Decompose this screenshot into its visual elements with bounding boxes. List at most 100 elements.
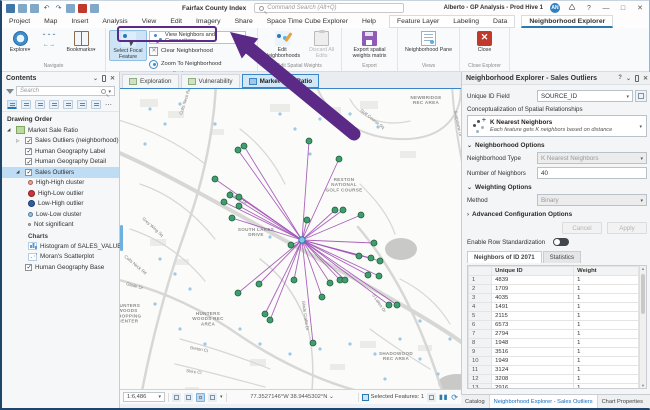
list-by-drawing-order-icon[interactable] bbox=[7, 100, 17, 109]
dock-tab[interactable]: Chart Properties bbox=[598, 395, 647, 408]
contents-search-input[interactable]: Search bbox=[16, 86, 115, 96]
neighborhood-pane-button[interactable]: Neighborhood Pane bbox=[402, 30, 456, 53]
edit-neighborhoods-button[interactable]: Edit Neighborhoods bbox=[261, 30, 303, 59]
layer-checkbox[interactable] bbox=[25, 137, 32, 144]
table-scrollbar[interactable] bbox=[639, 266, 646, 388]
navigate-arrows[interactable]: ⌃⌃⌃←→ bbox=[37, 30, 61, 48]
close-explorer-button[interactable]: Close bbox=[470, 30, 500, 53]
zoom-to-neighborhood-button[interactable]: Zoom To Neighborhood bbox=[149, 58, 246, 70]
close-pane-icon[interactable]: ✕ bbox=[110, 75, 115, 82]
view-tab[interactable]: Market Sale Ratio bbox=[242, 74, 320, 88]
ribbon-tab-neighborhood-explorer[interactable]: Neighborhood Explorer bbox=[521, 15, 613, 28]
layer-tree-item[interactable]: Human Geography Label bbox=[2, 146, 119, 157]
ribbon-tab-contextual[interactable]: Data bbox=[486, 16, 514, 27]
coordinates-readout[interactable]: 77.3527146°W 38.9445302°N ⌄ bbox=[230, 394, 355, 400]
expand-icon[interactable] bbox=[7, 127, 13, 133]
toolbox-icon[interactable] bbox=[78, 4, 87, 13]
map-tree-item[interactable]: Market Sale Ratio bbox=[2, 125, 119, 136]
extent-icon[interactable] bbox=[427, 393, 436, 402]
snapping-icon[interactable] bbox=[184, 393, 193, 402]
ribbon-tab[interactable]: Share bbox=[228, 15, 260, 28]
notifications-icon[interactable]: 🛆 bbox=[567, 3, 577, 14]
ribbon-tab[interactable]: Map bbox=[37, 15, 64, 28]
ribbon-tab[interactable]: Insert bbox=[64, 15, 95, 28]
open-project-icon[interactable] bbox=[18, 4, 27, 13]
map-icon[interactable] bbox=[66, 4, 75, 13]
grid-icon[interactable] bbox=[196, 393, 205, 402]
list-by-charts-icon[interactable] bbox=[91, 100, 101, 109]
map-canvas[interactable]: NEWBRIDGEREC AREARESTONNATIONALGOLF COUR… bbox=[120, 88, 461, 389]
table-row[interactable]: 2 1709 1 bbox=[469, 285, 639, 294]
chevron-down-icon[interactable]: ⌄ bbox=[93, 75, 98, 82]
conceptualization-dropdown[interactable]: K Nearest Neighbors Each feature gets K … bbox=[467, 115, 647, 137]
tab-neighbors[interactable]: Neighbors of ID 2071 bbox=[467, 251, 542, 263]
ribbon-tab[interactable]: Imagery bbox=[189, 15, 228, 28]
dock-tab[interactable]: Catalog bbox=[461, 395, 489, 408]
crosshair-icon[interactable] bbox=[208, 393, 217, 402]
ribbon-tab[interactable]: Analysis bbox=[95, 15, 134, 28]
table-row[interactable]: 1 4839 1 bbox=[469, 276, 639, 285]
chart-tree-item[interactable]: Histogram of SALES_VALUE bbox=[2, 241, 119, 252]
table-row[interactable]: 8 1948 1 bbox=[469, 339, 639, 348]
refresh-icon[interactable]: ⟳ bbox=[451, 393, 458, 402]
layer-checkbox[interactable] bbox=[25, 264, 32, 271]
table-row[interactable]: 10 1949 1 bbox=[469, 357, 639, 366]
select-focal-feature-button[interactable]: Select Focal Feature bbox=[109, 30, 147, 61]
table-row[interactable]: 12 3208 1 bbox=[469, 375, 639, 384]
list-by-source-icon[interactable] bbox=[21, 100, 31, 109]
ribbon-tab[interactable]: Help bbox=[355, 15, 383, 28]
neighborhood-options-section[interactable]: Neighborhood Options bbox=[467, 142, 647, 149]
minimize-button[interactable]: — bbox=[601, 5, 611, 12]
pause-drawing-icon[interactable]: ▮▮ bbox=[439, 393, 448, 401]
list-by-labeling-icon[interactable] bbox=[77, 100, 87, 109]
export-spatial-weights-button[interactable]: Export spatial weights matrix bbox=[346, 30, 394, 59]
chevron-down-icon[interactable]: ⌄ bbox=[626, 75, 631, 82]
chart-tree-item[interactable]: Moran's Scatterplot bbox=[2, 252, 119, 263]
dock-tab[interactable]: Neighborhood Explorer - Sales Outliers bbox=[489, 395, 598, 408]
ribbon-tab-contextual[interactable]: Feature Layer bbox=[390, 16, 446, 27]
selected-features-status[interactable]: Selected Features: 1 bbox=[362, 394, 425, 401]
save-icon[interactable] bbox=[6, 4, 15, 13]
table-row[interactable]: 6 6573 1 bbox=[469, 321, 639, 330]
new-project-icon[interactable] bbox=[30, 4, 39, 13]
undo-icon[interactable]: ↶ bbox=[42, 4, 51, 13]
geoprocessing-icon[interactable] bbox=[90, 4, 99, 13]
layer-checkbox[interactable] bbox=[25, 169, 32, 176]
ribbon-tab[interactable]: Space Time Cube Explorer bbox=[260, 15, 355, 28]
filter-icon[interactable] bbox=[6, 89, 14, 94]
more-options-icon[interactable]: ⋯ bbox=[105, 101, 113, 109]
layer-checkbox[interactable] bbox=[25, 158, 32, 165]
help-icon[interactable]: ? bbox=[584, 5, 594, 12]
help-icon[interactable]: ? bbox=[618, 75, 622, 81]
view-tab[interactable]: Exploration bbox=[122, 74, 179, 88]
close-button[interactable]: ✕ bbox=[635, 4, 645, 12]
unique-id-field-dropdown[interactable]: SOURCE_ID bbox=[537, 90, 633, 102]
table-row[interactable]: 3 4035 1 bbox=[469, 294, 639, 303]
add-bookmark-icon[interactable] bbox=[172, 393, 181, 402]
weighting-options-section[interactable]: Weighting Options bbox=[467, 184, 647, 191]
maximize-button[interactable]: □ bbox=[618, 5, 628, 12]
account-label[interactable]: Alberto - GP Analysis - Prod Hive 1 bbox=[444, 5, 543, 11]
bookmarks-button[interactable]: Bookmarks bbox=[63, 30, 99, 54]
ribbon-tab-contextual[interactable]: Labeling bbox=[446, 16, 486, 27]
table-row[interactable]: 5 2115 1 bbox=[469, 312, 639, 321]
table-row[interactable]: 11 3124 1 bbox=[469, 366, 639, 375]
advanced-configuration-section[interactable]: Advanced Configuration Options bbox=[467, 211, 647, 218]
table-row[interactable]: 4 1491 1 bbox=[469, 303, 639, 312]
ribbon-tab[interactable]: View bbox=[135, 15, 164, 28]
row-standardization-toggle[interactable] bbox=[553, 238, 569, 246]
layer-tree-item[interactable]: Sales Outliers bbox=[2, 167, 119, 178]
list-by-selection-icon[interactable] bbox=[35, 100, 45, 109]
view-tab[interactable]: Vulnerability bbox=[181, 74, 240, 88]
layer-tree-item[interactable]: Human Geography Detail bbox=[2, 157, 119, 168]
layer-tree-item[interactable]: Sales Outliers (neighborhood) bbox=[2, 136, 119, 147]
scale-dropdown[interactable]: 1:6,486 bbox=[123, 392, 165, 402]
pin-icon[interactable] bbox=[635, 75, 639, 82]
list-by-editing-icon[interactable] bbox=[49, 100, 59, 109]
number-of-neighbors-input[interactable]: 40 bbox=[537, 167, 647, 179]
ribbon-tab[interactable]: Edit bbox=[163, 15, 189, 28]
explore-button[interactable]: Explore bbox=[5, 30, 35, 54]
expand-icon[interactable] bbox=[16, 138, 22, 144]
field-table-icon[interactable] bbox=[635, 90, 647, 102]
pin-icon[interactable] bbox=[102, 75, 106, 82]
